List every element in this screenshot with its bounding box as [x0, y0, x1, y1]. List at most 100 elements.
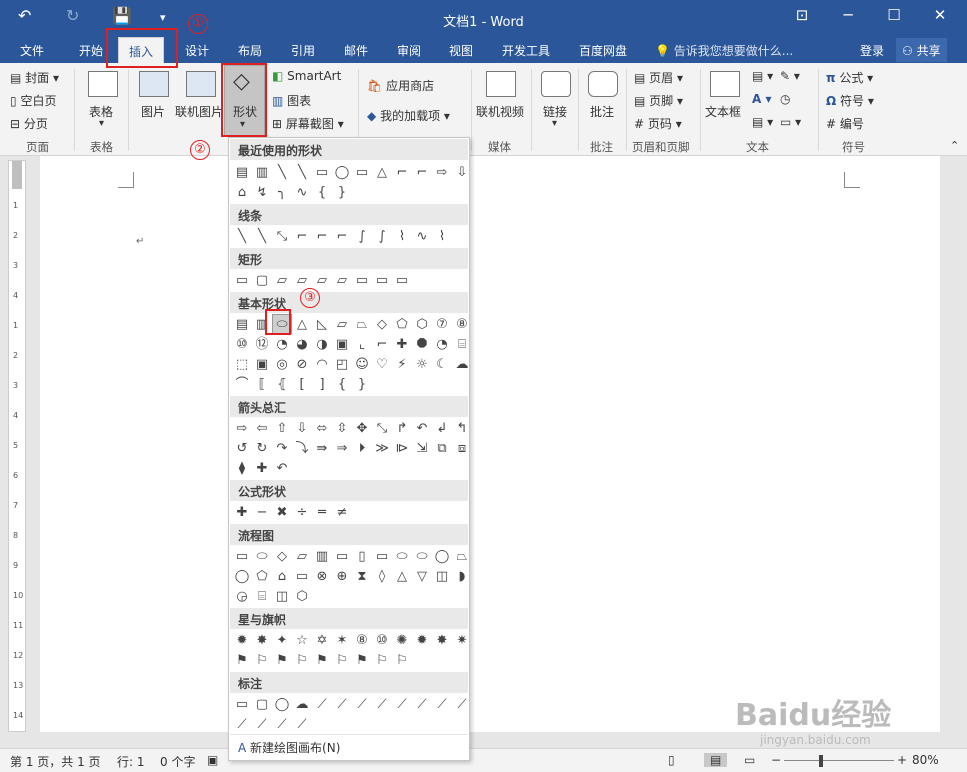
- shape-item-basic1-9[interactable]: ⬡: [412, 314, 432, 334]
- shape-item-basic1-7[interactable]: ◇: [372, 314, 392, 334]
- print-layout-icon[interactable]: ▤: [704, 753, 728, 767]
- shape-item-flow3-1[interactable]: ⌸: [252, 586, 272, 606]
- shape-item-lines-2[interactable]: ⤡: [272, 226, 292, 246]
- zoom-slider[interactable]: [784, 760, 894, 761]
- proofing-icon[interactable]: ▣: [207, 753, 218, 767]
- shape-item-lines-6[interactable]: ∫: [352, 226, 372, 246]
- shape-item-basic2-3[interactable]: ◕: [292, 334, 312, 354]
- shape-item-flow2-3[interactable]: ▭: [292, 566, 312, 586]
- shape-item-stars1-8[interactable]: ✺: [392, 630, 412, 650]
- shape-item-arrows1-5[interactable]: ⇳: [332, 418, 352, 438]
- shape-item-basic2-10[interactable]: ◔: [432, 334, 452, 354]
- tell-me-search[interactable]: 💡 告诉我您想要做什么...: [655, 42, 793, 59]
- shape-item-basic3-8[interactable]: ⚡: [392, 354, 412, 374]
- shape-item-basic3-0[interactable]: ⬚: [232, 354, 252, 374]
- shape-item-basic2-7[interactable]: ⌐: [372, 334, 392, 354]
- shape-item-flow1-8[interactable]: ⬭: [392, 546, 412, 566]
- shape-item-lines-8[interactable]: ⌇: [392, 226, 412, 246]
- shape-item-callout1-9[interactable]: ⟋: [412, 694, 432, 714]
- shape-item-basic2-5[interactable]: ▣: [332, 334, 352, 354]
- drop-cap-icon[interactable]: ▤ ▾: [752, 115, 773, 129]
- shape-item-recent1-7[interactable]: △: [372, 162, 392, 182]
- shape-item-callout2-3[interactable]: ⟋: [292, 714, 312, 734]
- shape-item-callout1-5[interactable]: ⟋: [332, 694, 352, 714]
- shape-item-basic3-2[interactable]: ◎: [272, 354, 292, 374]
- shape-item-stars2-7[interactable]: ⚐: [372, 650, 392, 670]
- tab-home[interactable]: 开始: [79, 42, 103, 59]
- shape-item-lines-4[interactable]: ⌐: [312, 226, 332, 246]
- tab-design[interactable]: 设计: [185, 42, 209, 59]
- shape-item-basic3-10[interactable]: ☾: [432, 354, 452, 374]
- shape-item-callout1-1[interactable]: ▢: [252, 694, 272, 714]
- quick-parts-icon[interactable]: ▤ ▾: [752, 69, 773, 83]
- shape-item-arrows1-4[interactable]: ⬄: [312, 418, 332, 438]
- footer-button[interactable]: ▤ 页脚 ▾: [634, 92, 683, 109]
- shape-item-stars2-1[interactable]: ⚐: [252, 650, 272, 670]
- my-addins-button[interactable]: ◆ 我的加载项 ▾: [367, 107, 450, 124]
- shape-item-rects-1[interactable]: ▢: [252, 270, 272, 290]
- shape-item-stars2-8[interactable]: ⚐: [392, 650, 412, 670]
- shape-item-basic1-4[interactable]: ◺: [312, 314, 332, 334]
- shape-item-arrows1-9[interactable]: ↶: [412, 418, 432, 438]
- shape-item-basic3-9[interactable]: ☼: [412, 354, 432, 374]
- shape-item-basic3-7[interactable]: ♡: [372, 354, 392, 374]
- tab-references[interactable]: 引用: [291, 42, 315, 59]
- shape-item-callout1-10[interactable]: ⟋: [432, 694, 452, 714]
- shape-item-flow2-1[interactable]: ⬠: [252, 566, 272, 586]
- shape-item-arrows3-0[interactable]: ⧫: [232, 458, 252, 478]
- shape-item-basic2-6[interactable]: ⌞: [352, 334, 372, 354]
- smartart-button[interactable]: ◧ SmartArt: [272, 69, 341, 83]
- shape-item-arrows1-7[interactable]: ⤡: [372, 418, 392, 438]
- shape-item-arrows2-6[interactable]: ⏵: [352, 438, 372, 458]
- equation-button[interactable]: π 公式 ▾: [826, 69, 873, 86]
- shape-item-arrows1-10[interactable]: ↲: [432, 418, 452, 438]
- shape-item-equation-4[interactable]: ═: [312, 502, 332, 522]
- zoom-slider-thumb[interactable]: [819, 755, 823, 767]
- shape-item-callout1-3[interactable]: ☁: [292, 694, 312, 714]
- shape-item-arrows3-2[interactable]: ↶: [272, 458, 292, 478]
- shape-item-stars1-0[interactable]: ✹: [232, 630, 252, 650]
- shape-item-callout1-2[interactable]: ◯: [272, 694, 292, 714]
- shape-item-basic4-0[interactable]: ⌒: [232, 374, 252, 394]
- shape-item-basic3-1[interactable]: ▣: [252, 354, 272, 374]
- ribbon-display-options-icon[interactable]: ⊡: [788, 6, 816, 24]
- shape-item-arrows1-0[interactable]: ⇨: [232, 418, 252, 438]
- header-button[interactable]: ▤ 页眉 ▾: [634, 69, 683, 86]
- shape-item-recent1-6[interactable]: ▭: [352, 162, 372, 182]
- shape-item-basic3-11[interactable]: ☁: [452, 354, 472, 374]
- shape-item-arrows2-8[interactable]: ⧐: [392, 438, 412, 458]
- shape-item-flow1-6[interactable]: ▯: [352, 546, 372, 566]
- shape-item-rects-0[interactable]: ▭: [232, 270, 252, 290]
- shape-item-basic3-5[interactable]: ◰: [332, 354, 352, 374]
- tab-layout[interactable]: 布局: [238, 42, 262, 59]
- shape-item-basic1-10[interactable]: ⑦: [432, 314, 452, 334]
- shape-item-lines-10[interactable]: ⌇: [432, 226, 452, 246]
- wordart-icon[interactable]: A ▾: [752, 92, 772, 106]
- shape-item-flow2-0[interactable]: ◯: [232, 566, 252, 586]
- shape-item-flow2-6[interactable]: ⧗: [352, 566, 372, 586]
- tab-file[interactable]: 文件: [20, 42, 44, 59]
- shape-item-flow2-8[interactable]: △: [392, 566, 412, 586]
- shape-item-recent1-11[interactable]: ⇩: [452, 162, 472, 182]
- shape-item-stars1-2[interactable]: ✦: [272, 630, 292, 650]
- shape-item-flow2-9[interactable]: ▽: [412, 566, 432, 586]
- shape-item-lines-9[interactable]: ∿: [412, 226, 432, 246]
- shape-item-basic2-11[interactable]: ⌸: [452, 334, 472, 354]
- cover-page-button[interactable]: ▤ 封面 ▾: [10, 69, 59, 86]
- shape-item-callout1-7[interactable]: ⟋: [372, 694, 392, 714]
- comment-button[interactable]: 批注: [590, 103, 614, 120]
- shape-item-recent1-1[interactable]: ▥: [252, 162, 272, 182]
- zoom-in-icon[interactable]: +: [897, 753, 907, 767]
- shape-item-basic2-8[interactable]: ✚: [392, 334, 412, 354]
- shape-item-stars1-6[interactable]: ⑧: [352, 630, 372, 650]
- shape-item-callout1-11[interactable]: ⟋: [452, 694, 472, 714]
- shape-item-basic1-0[interactable]: ▤: [232, 314, 252, 334]
- shape-item-basic1-5[interactable]: ▱: [332, 314, 352, 334]
- shape-item-recent2-4[interactable]: {: [312, 182, 332, 202]
- shape-item-basic1-6[interactable]: ⏢: [352, 314, 372, 334]
- shape-item-stars2-0[interactable]: ⚑: [232, 650, 252, 670]
- shape-item-recent2-3[interactable]: ∿: [292, 182, 312, 202]
- table-dropdown-icon[interactable]: ▾: [99, 118, 104, 129]
- shape-item-basic2-9[interactable]: ⯃: [412, 334, 432, 354]
- shape-item-stars1-5[interactable]: ✶: [332, 630, 352, 650]
